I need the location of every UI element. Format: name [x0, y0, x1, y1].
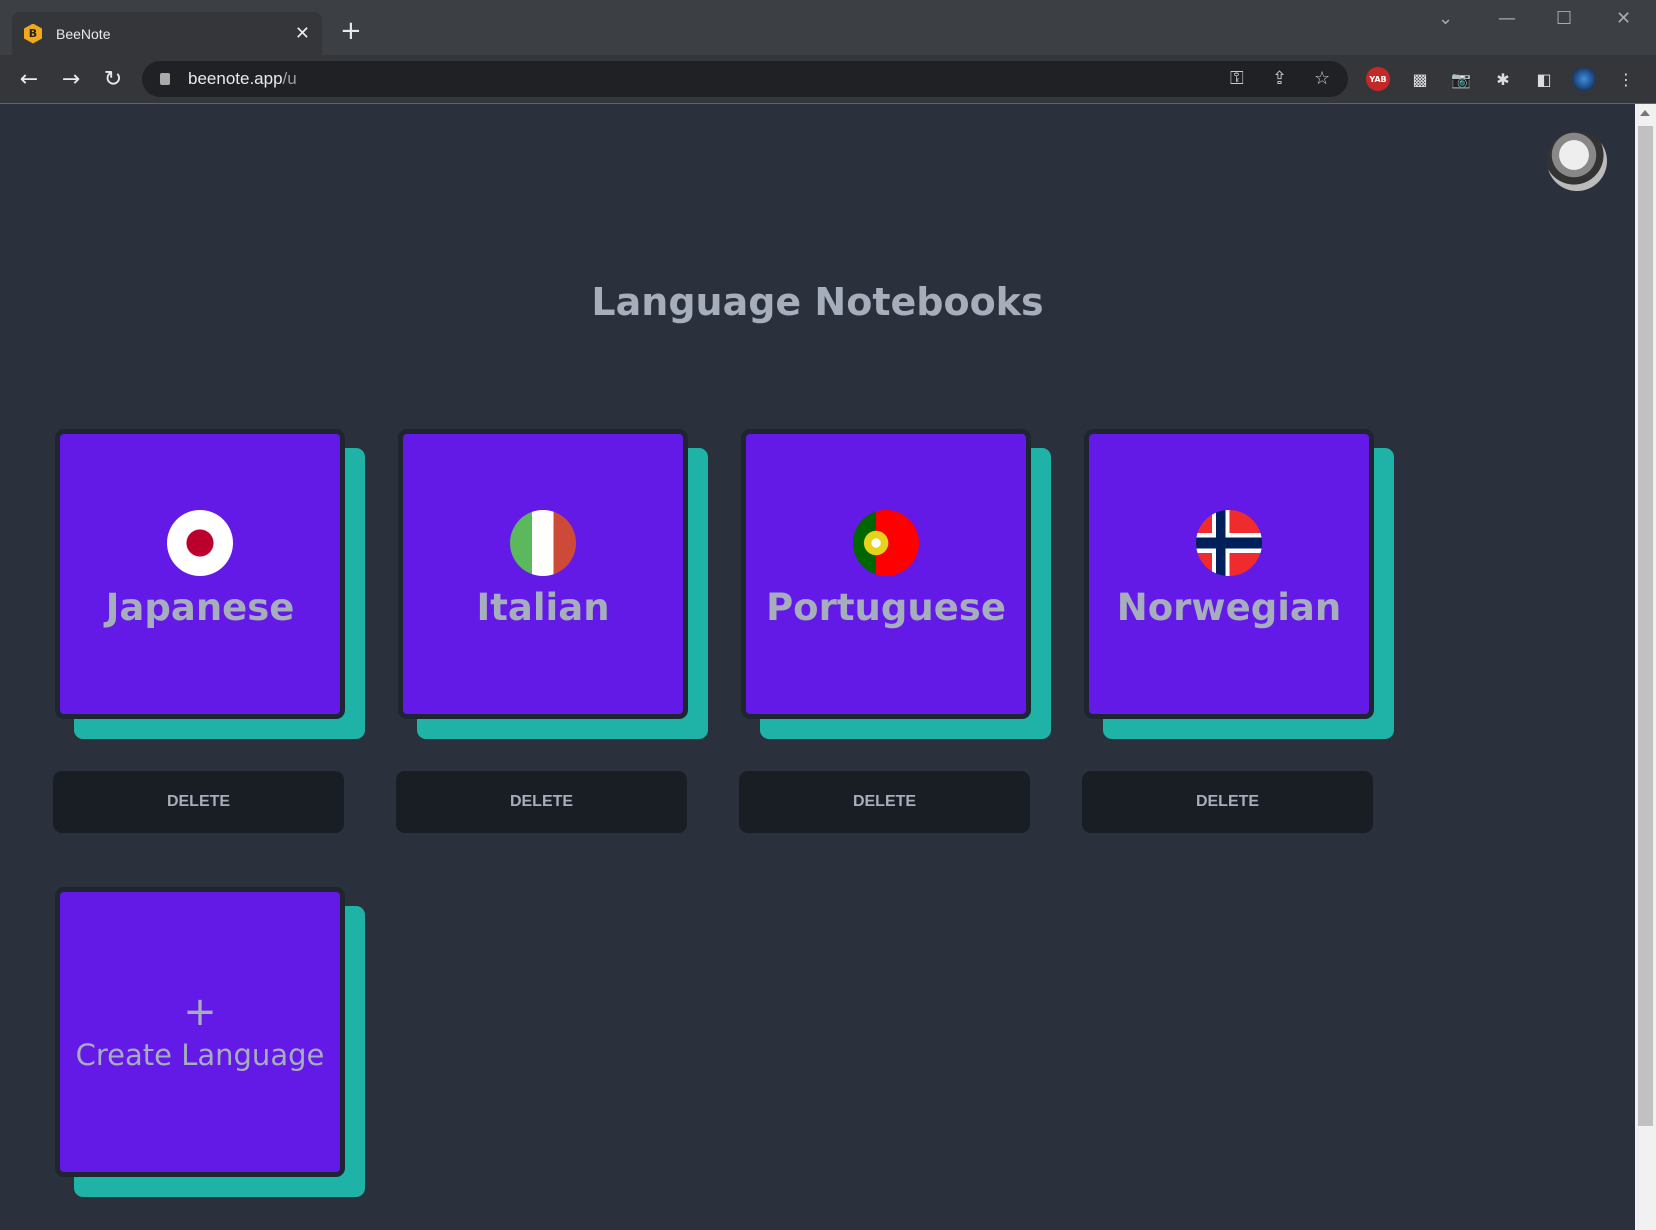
delete-italian-button[interactable]: DELETE [396, 771, 687, 833]
minimize-icon[interactable]: — [1498, 8, 1516, 29]
language-card-portuguese[interactable]: Portuguese [741, 429, 1051, 739]
star-icon[interactable]: ☆ [1314, 68, 1330, 89]
portugal-flag-icon [853, 509, 919, 576]
reload-icon[interactable]: ↻ [92, 67, 134, 92]
user-avatar[interactable] [1547, 131, 1607, 191]
beenote-favicon-icon: B [24, 23, 42, 44]
language-name: Norwegian [1116, 585, 1342, 629]
card-face[interactable]: Italian [398, 429, 688, 719]
forward-icon[interactable]: → [50, 67, 92, 92]
card-face[interactable]: Japanese [55, 429, 345, 719]
toolbar: ← → ↻ beenote.app/u ⚿ ⇪ ☆ YAB ▩ 📷 ✱ ◧ ⋮ [0, 55, 1656, 103]
create-language-card[interactable]: + Create Language [55, 887, 365, 1197]
create-language-label: Create Language [75, 1038, 325, 1072]
delete-portuguese-button[interactable]: DELETE [739, 771, 1030, 833]
url-text: beenote.app/u [188, 69, 297, 88]
address-bar[interactable]: beenote.app/u ⚿ ⇪ ☆ [142, 61, 1348, 97]
delete-norwegian-button[interactable]: DELETE [1082, 771, 1373, 833]
language-card-italian[interactable]: Italian [398, 429, 708, 739]
lock-icon [160, 73, 170, 85]
profile-icon[interactable] [1572, 67, 1596, 91]
japan-flag-icon [167, 509, 233, 576]
close-tab-icon[interactable]: ✕ [295, 23, 310, 44]
delete-japanese-button[interactable]: DELETE [53, 771, 344, 833]
language-card-norwegian[interactable]: Norwegian [1084, 429, 1394, 739]
toolbar-divider [0, 103, 1656, 104]
language-name: Japanese [105, 585, 295, 629]
screen-capture-icon[interactable]: ▩ [1408, 67, 1432, 91]
language-card-japanese[interactable]: Japanese [55, 429, 365, 739]
card-face[interactable]: Norwegian [1084, 429, 1374, 719]
language-name: Italian [476, 585, 610, 629]
menu-icon[interactable]: ⋮ [1614, 67, 1638, 91]
close-window-icon[interactable]: ✕ [1616, 8, 1631, 29]
scrollbar[interactable] [1635, 104, 1656, 1230]
back-icon[interactable]: ← [8, 67, 50, 92]
key-icon[interactable]: ⚿ [1230, 68, 1244, 89]
side-panel-icon[interactable]: ◧ [1532, 67, 1556, 91]
tab-beenote[interactable]: B BeeNote ✕ [12, 12, 322, 55]
italy-flag-icon [510, 509, 576, 576]
language-name: Portuguese [766, 585, 1006, 629]
maximize-icon[interactable]: ☐ [1556, 8, 1572, 29]
card-face[interactable]: + Create Language [55, 887, 345, 1177]
new-tab-icon[interactable]: + [340, 16, 362, 46]
yab-icon[interactable]: YAB [1366, 67, 1390, 91]
tab-bar: B BeeNote ✕ + ⌄ — ☐ ✕ [0, 0, 1656, 55]
extensions-icon[interactable]: ✱ [1491, 67, 1515, 91]
norway-flag-icon [1196, 509, 1262, 576]
page-title: Language Notebooks [591, 280, 1044, 324]
share-icon[interactable]: ⇪ [1272, 68, 1287, 89]
card-face[interactable]: Portuguese [741, 429, 1031, 719]
camera-icon[interactable]: 📷 [1449, 67, 1473, 91]
scroll-up-icon[interactable] [1640, 110, 1650, 116]
tab-title: BeeNote [56, 25, 111, 42]
tab-search-icon[interactable]: ⌄ [1438, 8, 1453, 29]
browser-chrome: B BeeNote ✕ + ⌄ — ☐ ✕ ← → ↻ beenote.app/… [0, 0, 1656, 104]
scrollbar-thumb[interactable] [1638, 126, 1653, 1126]
plus-icon: + [183, 989, 217, 1035]
